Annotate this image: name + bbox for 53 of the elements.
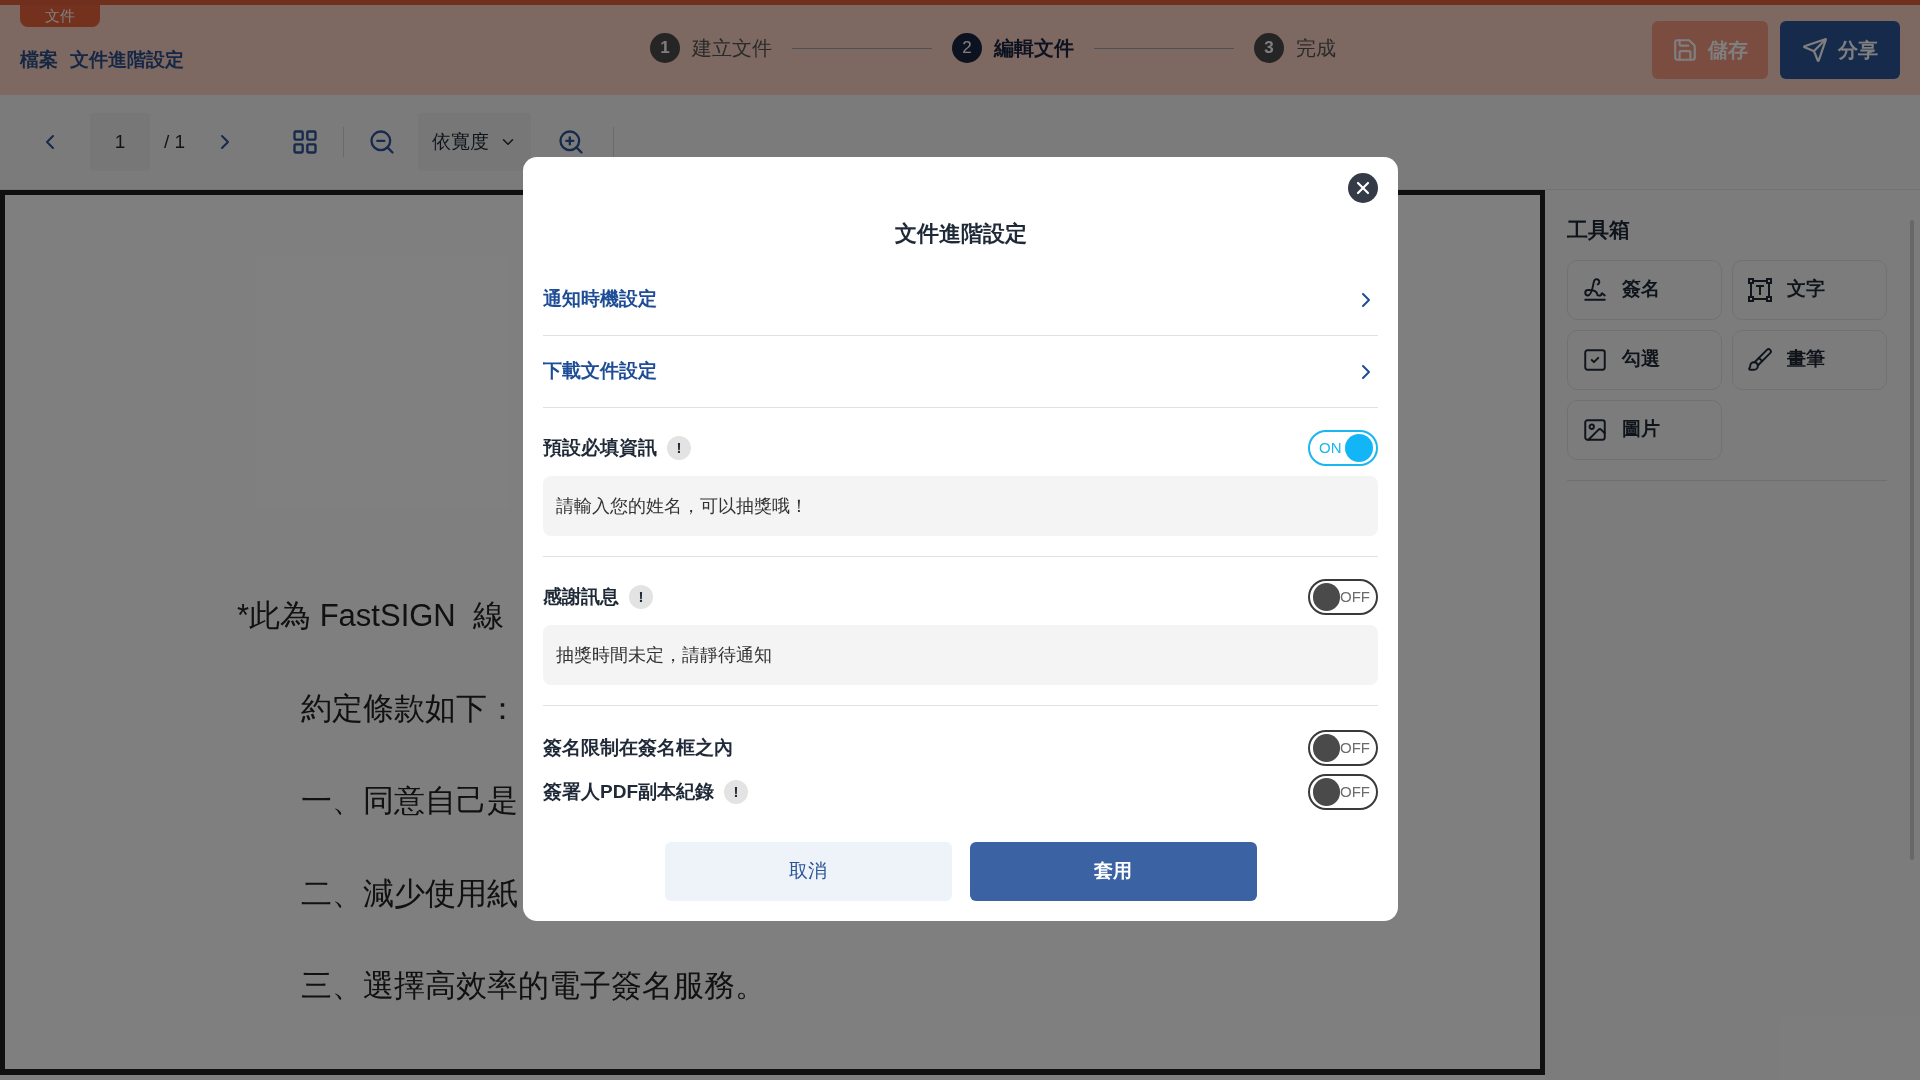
- share-button[interactable]: 分享: [1780, 21, 1900, 79]
- settings-link-label: 通知時機設定: [543, 287, 657, 312]
- step-label: 編輯文件: [994, 36, 1074, 61]
- page-field[interactable]: 1: [90, 113, 150, 171]
- zoom-out-icon[interactable]: [368, 128, 397, 156]
- tool-button[interactable]: 圖片: [1567, 399, 1722, 460]
- info-icon[interactable]: !: [724, 780, 748, 804]
- info-icon[interactable]: !: [629, 585, 653, 609]
- image-icon: [1582, 416, 1608, 443]
- setting-label: 感謝訊息: [543, 584, 619, 609]
- document-text: 一、同意自己是: [301, 782, 518, 820]
- tool-button[interactable]: 勾選: [1567, 329, 1722, 390]
- document-text: 約定條款如下：: [301, 689, 518, 728]
- page-total: / 1: [164, 129, 186, 154]
- document-text: 三、選擇高效率的電子簽名服務。: [301, 967, 766, 1005]
- checkbox-icon: [1582, 346, 1608, 373]
- cancel-button[interactable]: 取消: [664, 842, 952, 901]
- text-box-icon: [1747, 276, 1773, 303]
- grid-view-icon[interactable]: [291, 128, 320, 156]
- setting-label: 簽署人PDF副本紀錄: [543, 779, 714, 804]
- brush-icon: [1747, 346, 1773, 373]
- step-number: 1: [650, 33, 680, 63]
- tool-button[interactable]: 畫筆: [1732, 329, 1887, 390]
- settings-link-row[interactable]: 下載文件設定: [543, 336, 1378, 408]
- tool-button[interactable]: 簽名: [1567, 259, 1722, 320]
- step-label: 建立文件: [692, 36, 772, 61]
- settings-link-label: 下載文件設定: [543, 359, 657, 384]
- toggle-switch[interactable]: OFF: [1308, 774, 1378, 810]
- step-number: 3: [1254, 33, 1284, 63]
- breadcrumb-item[interactable]: 檔案: [20, 45, 58, 75]
- zoom-mode-dropdown[interactable]: 依寬度: [418, 113, 532, 171]
- info-icon[interactable]: !: [667, 436, 691, 460]
- zoom-in-icon[interactable]: [557, 128, 586, 156]
- toggle-switch[interactable]: OFF: [1308, 730, 1378, 766]
- document-text: *此為 FastSIGN 線: [237, 597, 504, 635]
- save-icon: [1672, 37, 1698, 63]
- signature-icon: [1582, 276, 1608, 303]
- document-text: 二、減少使用紙: [301, 874, 518, 913]
- tool-button[interactable]: 文字: [1732, 259, 1887, 320]
- toolbox-title: 工具箱: [1567, 217, 1631, 243]
- settings-link-row[interactable]: 通知時機設定: [543, 264, 1378, 336]
- close-button[interactable]: [1348, 173, 1378, 203]
- setting-label: 簽名限制在簽名框之內: [543, 735, 733, 760]
- message-field[interactable]: 抽獎時間未定，請靜待通知: [543, 625, 1378, 685]
- message-field[interactable]: 請輸入您的姓名，可以抽獎哦！: [543, 476, 1378, 536]
- apply-button[interactable]: 套用: [969, 842, 1257, 901]
- step-label: 完成: [1296, 36, 1336, 61]
- setting-label: 預設必填資訊: [543, 435, 657, 460]
- step-number: 2: [952, 33, 982, 63]
- send-icon: [1802, 37, 1828, 63]
- breadcrumb-item: 文件進階設定: [70, 47, 184, 72]
- toggle-switch[interactable]: OFF: [1308, 579, 1378, 615]
- dialog-title: 文件進階設定: [894, 220, 1027, 248]
